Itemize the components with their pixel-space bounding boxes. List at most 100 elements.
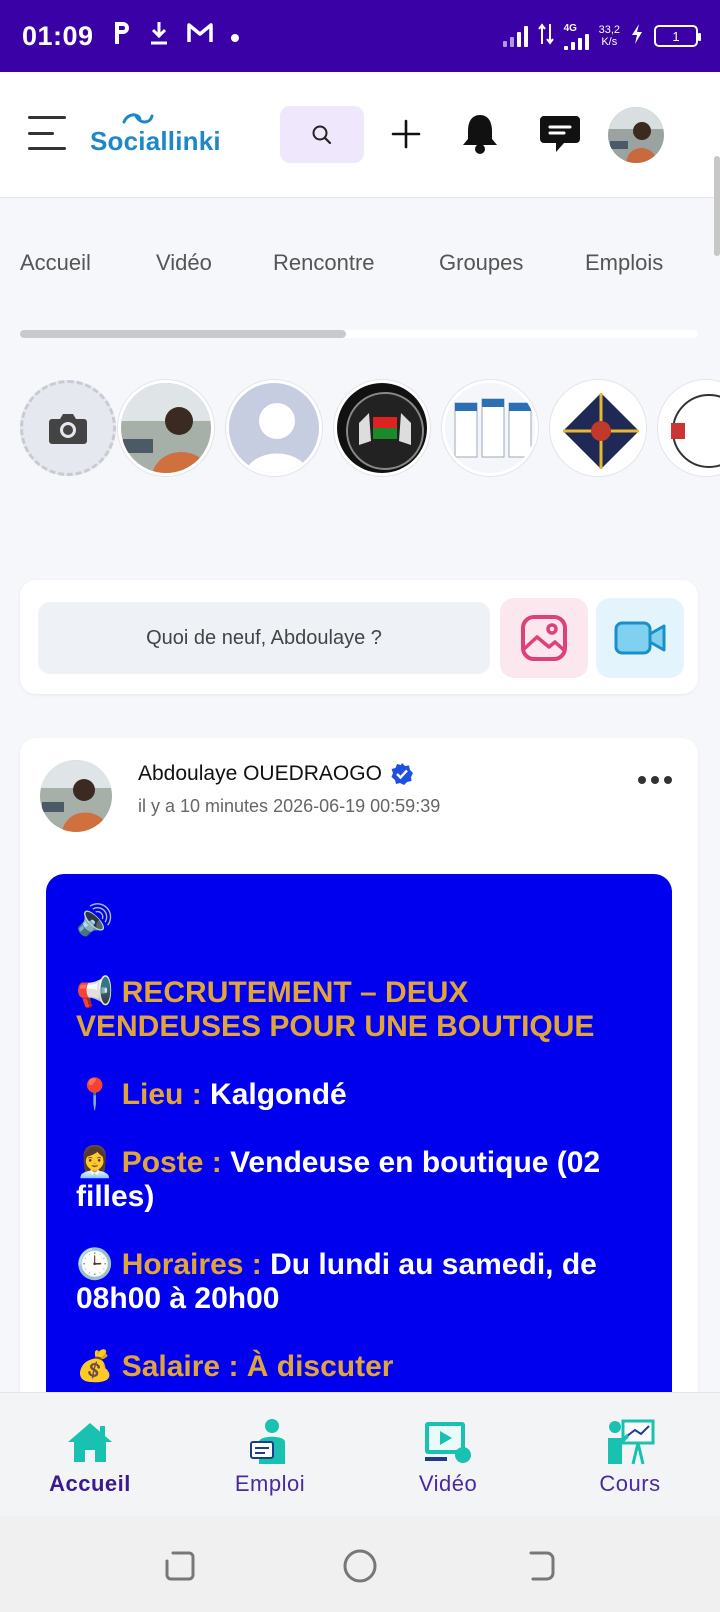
video-camera-icon: [614, 621, 666, 655]
profile-avatar[interactable]: [608, 107, 664, 163]
data-arrows-icon: [537, 22, 554, 51]
post-time-absolute: 2026-06-19 00:59:39: [273, 796, 441, 816]
job-icon: [244, 1417, 296, 1467]
recents-icon: [165, 1551, 195, 1581]
speed-unit: K/s: [601, 36, 618, 48]
infographic-icon: [553, 383, 643, 473]
money-bag-icon: 💰: [76, 1349, 114, 1384]
clock-icon: 🕒: [76, 1247, 114, 1282]
bottom-nav-label: Emploi: [234, 1471, 306, 1496]
camera-icon: [49, 414, 87, 444]
pin-icon: 📍: [76, 1077, 114, 1112]
tab-accueil[interactable]: Accueil: [20, 250, 91, 276]
notification-icons: [112, 20, 240, 53]
story-item[interactable]: [442, 380, 538, 476]
bottom-nav-label: Cours: [599, 1471, 661, 1496]
search-button[interactable]: [280, 106, 364, 163]
verified-badge-icon: [391, 763, 413, 785]
speaker-icon: 🔊: [76, 903, 114, 938]
battery-icon: 1: [654, 25, 701, 47]
search-icon: [312, 125, 332, 144]
story-item[interactable]: [550, 380, 646, 476]
tabs-scroll-thumb[interactable]: [20, 330, 346, 338]
course-icon: [604, 1417, 656, 1467]
post-more-button[interactable]: [638, 776, 672, 784]
recents-button[interactable]: [160, 1546, 200, 1586]
bottom-nav-label: Vidéo: [418, 1471, 478, 1496]
back-icon: [529, 1551, 555, 1581]
office-worker-icon: 👩‍💼: [76, 1145, 114, 1180]
plus-icon: [391, 119, 421, 149]
post-item-poste: 👩‍💼 Poste : Vendeuse en boutique (02 fil…: [76, 1145, 601, 1214]
image-icon: [521, 615, 567, 661]
parking-icon: [112, 20, 132, 53]
speed-value: 33,2: [598, 24, 620, 36]
back-button[interactable]: [520, 1546, 560, 1586]
story-photo-icon: [121, 383, 211, 473]
post-time-relative: il y a 10 minutes: [138, 796, 269, 816]
bottom-nav: Accueil Emploi Vidéo Cours: [0, 1392, 720, 1516]
gmail-icon: [186, 22, 214, 51]
dot-icon: [230, 22, 240, 50]
video-icon: [422, 1417, 474, 1467]
megaphone-icon: 📢: [76, 975, 114, 1010]
bell-icon: [463, 115, 497, 154]
notifications-button[interactable]: [456, 108, 504, 158]
post-author[interactable]: Abdoulaye OUEDRAOGO: [138, 762, 414, 786]
tab-emplois[interactable]: Emplois: [585, 250, 663, 276]
story-item[interactable]: [334, 380, 430, 476]
create-button[interactable]: [384, 112, 428, 156]
bottom-nav-video[interactable]: Vidéo: [368, 1417, 528, 1497]
tab-groupes[interactable]: Groupes: [439, 250, 523, 276]
signal-1-icon: [502, 25, 528, 47]
post-headline: 📢 RECRUTEMENT – DEUX VENDEUSES POUR UNE …: [76, 975, 595, 1044]
post-author-name[interactable]: Abdoulaye OUEDRAOGO: [138, 762, 382, 786]
bottom-nav-accueil[interactable]: Accueil: [10, 1417, 170, 1497]
post-author-avatar[interactable]: [40, 760, 112, 832]
post-item-salaire: 💰 Salaire : À discuter: [76, 1349, 394, 1384]
net-type-label: 4G: [563, 22, 577, 34]
add-story-button[interactable]: [20, 380, 116, 476]
bottom-nav-emploi[interactable]: Emploi: [190, 1417, 350, 1497]
status-time: 01:09: [22, 20, 94, 51]
logo-link-icon: [122, 113, 154, 124]
user-photo-icon: [608, 107, 664, 163]
post-card: Abdoulaye OUEDRAOGO il y a 10 minutes 20…: [20, 738, 698, 1438]
story-item[interactable]: [118, 380, 214, 476]
menu-button[interactable]: [28, 116, 66, 150]
post-timestamp: il y a 10 minutes 2026-06-19 00:59:39: [138, 796, 440, 817]
bottom-nav-label: Accueil: [49, 1471, 131, 1496]
messages-button[interactable]: [536, 110, 584, 158]
default-avatar-icon: [229, 383, 319, 473]
story-item[interactable]: [658, 380, 720, 476]
post-composer: Quoi de neuf, Abdoulaye ?: [20, 580, 698, 694]
battery-level: 1: [672, 28, 680, 44]
home-circle-icon: [343, 1549, 377, 1583]
system-nav-bar: [0, 1516, 720, 1612]
bottom-nav-cours[interactable]: Cours: [550, 1417, 710, 1497]
status-bar: 01:09 4G 33,2 K/s 1: [0, 0, 720, 72]
post-item-lieu: 📍 Lieu : Kalgondé: [76, 1077, 347, 1112]
home-icon: [64, 1417, 116, 1467]
author-photo-icon: [40, 760, 112, 832]
add-photo-button[interactable]: [500, 598, 588, 678]
nav-tabs: Accueil Vidéo Rencontre Groupes Emplois: [0, 250, 720, 296]
app-logo[interactable]: Sociallinki: [90, 112, 221, 157]
story-item[interactable]: [226, 380, 322, 476]
app-header: Sociallinki: [0, 72, 720, 256]
emblem-icon: [337, 383, 427, 473]
stories-row: [20, 380, 720, 476]
tab-video[interactable]: Vidéo: [156, 250, 212, 276]
composer-input[interactable]: Quoi de neuf, Abdoulaye ?: [38, 602, 490, 674]
logo-text: Sociallinki: [90, 126, 221, 156]
tab-rencontre[interactable]: Rencontre: [273, 250, 375, 276]
story-thumb-icon: [661, 383, 720, 473]
status-right: 4G 33,2 K/s 1: [502, 22, 701, 51]
signal-2-icon: [563, 33, 589, 50]
app-screens-icon: [445, 383, 535, 473]
home-button[interactable]: [340, 1546, 380, 1586]
add-video-button[interactable]: [596, 598, 684, 678]
download-icon: [148, 20, 170, 53]
post-item-horaires: 🕒 Horaires : Du lundi au samedi, de 08h0…: [76, 1247, 597, 1316]
chat-icon: [540, 116, 580, 152]
